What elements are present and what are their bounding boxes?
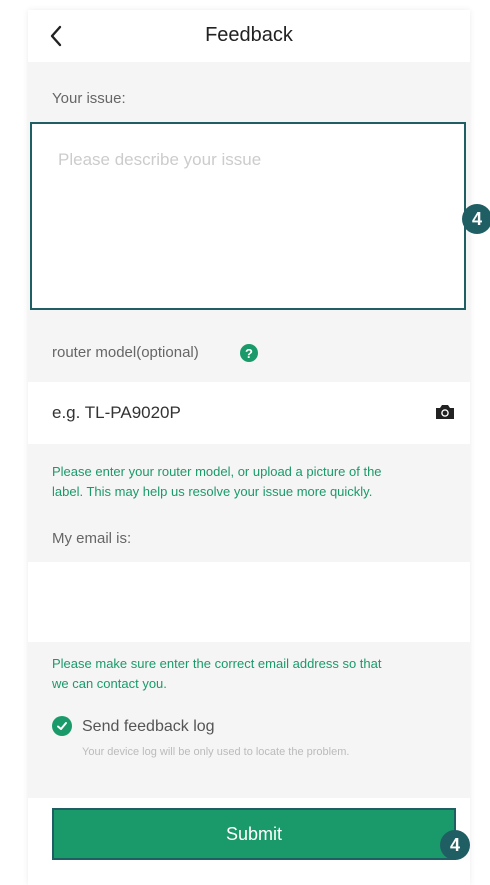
feedback-screen: Feedback Your issue: router model(option… — [28, 10, 470, 885]
send-log-label: Send feedback log — [82, 718, 215, 735]
help-circle-icon[interactable]: ? — [240, 344, 258, 362]
email-hint-line-1: Please make sure enter the correct email… — [52, 656, 382, 671]
email-hint-line-2: we can contact you. — [52, 676, 167, 691]
check-icon — [57, 722, 67, 730]
email-input[interactable] — [50, 584, 454, 614]
step-badge-issue: 4 — [462, 204, 490, 234]
router-model-label: router model(optional) — [52, 344, 199, 361]
router-hint-line-2: label. This may help us resolve your iss… — [52, 484, 373, 499]
email-row — [28, 562, 470, 642]
camera-icon[interactable] — [434, 402, 456, 422]
router-hint-line-1: Please enter your router model, or uploa… — [52, 464, 382, 479]
email-label: My email is: — [52, 530, 132, 547]
header-bar: Feedback — [28, 10, 470, 62]
send-log-sublabel: Your device log will be only used to loc… — [82, 746, 350, 758]
camera-icon-svg — [436, 405, 454, 419]
step-badge-submit: 4 — [440, 830, 470, 860]
send-log-checkbox[interactable] — [52, 716, 72, 736]
page-title: Feedback — [205, 24, 293, 46]
router-model-hint: Please enter your router model, or uploa… — [52, 462, 452, 502]
issue-label: Your issue: — [52, 90, 126, 107]
email-hint: Please make sure enter the correct email… — [52, 654, 452, 694]
help-glyph: ? — [245, 345, 253, 361]
issue-textarea-container — [30, 122, 466, 310]
router-model-row — [28, 382, 470, 444]
issue-textarea[interactable] — [32, 124, 464, 308]
router-model-input[interactable] — [50, 398, 414, 428]
submit-button[interactable]: Submit — [52, 808, 456, 860]
